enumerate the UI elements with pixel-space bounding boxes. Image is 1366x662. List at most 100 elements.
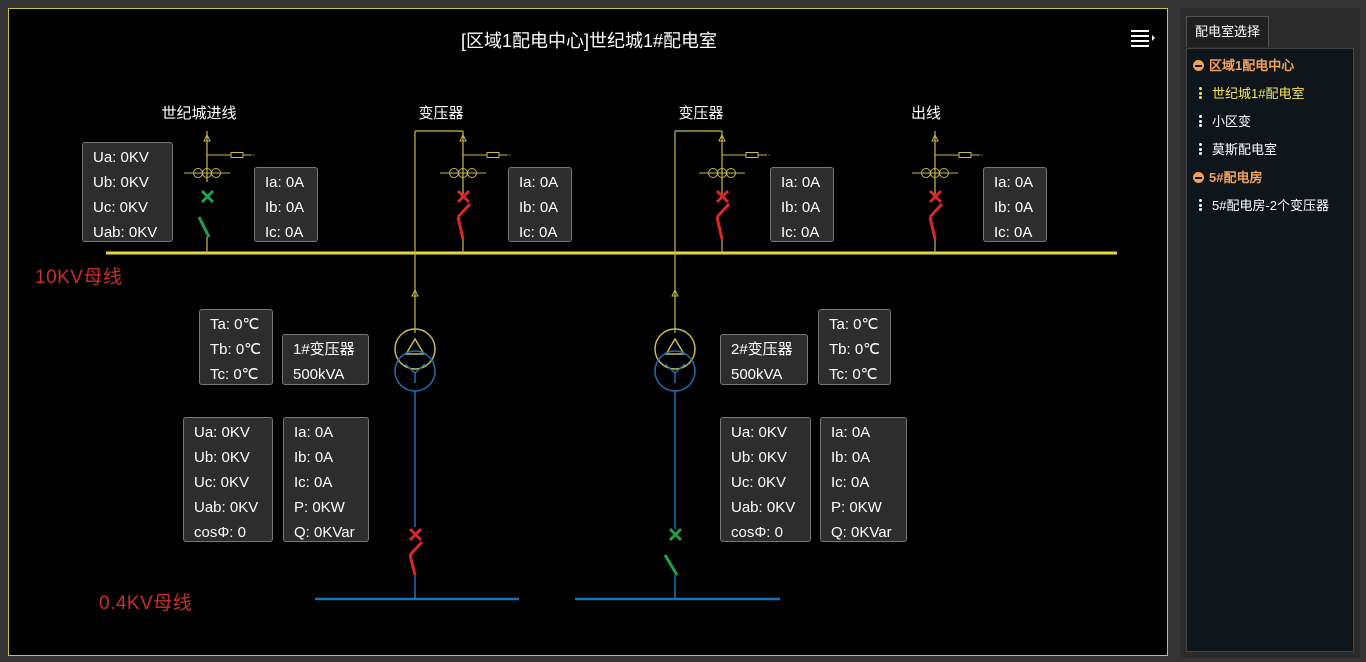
vertical-dots-icon bbox=[1199, 199, 1202, 211]
transformer-capacity: 500kVA bbox=[293, 366, 345, 383]
value-q: Q: 0KVar bbox=[294, 524, 355, 541]
transformer-1-low-voltage-box: Ua: 0KV Ub: 0KV Uc: 0KV Uab: 0KV cosΦ: 0 bbox=[183, 417, 273, 542]
minus-circle-icon[interactable] bbox=[1193, 172, 1204, 183]
value-ub: Ub: 0KV bbox=[93, 174, 149, 191]
transformer-1-low-breaker[interactable] bbox=[408, 527, 424, 576]
list-menu-icon[interactable] bbox=[1129, 27, 1157, 49]
feeder-transformer-1 bbox=[414, 130, 512, 253]
value-tb: Tb: 0℃ bbox=[210, 341, 262, 358]
tree-item-shijicheng-1[interactable]: 世纪城1#配电室 bbox=[1199, 83, 1304, 102]
feeder-label-transformer-1: 变压器 bbox=[418, 105, 464, 122]
transformer-1-current-box: Ia: 0A Ib: 0A Ic: 0A bbox=[508, 167, 572, 242]
outgoing-current-box: Ia: 0A Ib: 0A Ic: 0A bbox=[983, 167, 1047, 242]
tree-item-room-5-two-transformers[interactable]: 5#配电房-2个变压器 bbox=[1199, 195, 1329, 214]
value-uc: Uc: 0KV bbox=[93, 199, 149, 216]
value-uab: Uab: 0KV bbox=[93, 224, 158, 241]
value-ia: Ia: 0A bbox=[519, 174, 559, 191]
transformer-2-nameplate: 2#变压器 500kVA bbox=[720, 334, 808, 385]
tree-item-label: 世纪城1#配电室 bbox=[1212, 86, 1305, 101]
incoming-voltage-box: Ua: 0KV Ub: 0KV Uc: 0KV Uab: 0KV bbox=[82, 142, 173, 242]
transformer-2-high-breaker[interactable] bbox=[715, 189, 731, 240]
vertical-dots-icon bbox=[1199, 87, 1202, 99]
tree-item-label: 小区变 bbox=[1212, 114, 1252, 129]
value-ia: Ia: 0A bbox=[781, 174, 821, 191]
transformer-2-low-voltage-box: Ua: 0KV Ub: 0KV Uc: 0KV Uab: 0KV cosΦ: 0 bbox=[720, 417, 811, 542]
incoming-breaker[interactable] bbox=[197, 189, 215, 238]
transformer-2[interactable] bbox=[654, 253, 696, 529]
value-ub: Ub: 0KV bbox=[194, 449, 250, 466]
minus-circle-icon[interactable] bbox=[1193, 60, 1204, 71]
value-ic: Ic: 0A bbox=[265, 224, 304, 241]
incoming-current-box: Ia: 0A Ib: 0A Ic: 0A bbox=[254, 167, 318, 242]
value-ub: Ub: 0KV bbox=[731, 449, 787, 466]
feeder-label-transformer-2: 变压器 bbox=[678, 105, 724, 122]
value-ia: Ia: 0A bbox=[994, 174, 1034, 191]
vertical-dots-icon bbox=[1199, 115, 1202, 127]
vertical-dots-icon bbox=[1199, 143, 1202, 155]
bus-04kv-label: 0.4KV母线 bbox=[99, 593, 193, 614]
tree-group-label: 5#配电房 bbox=[1209, 170, 1263, 185]
value-ib: Ib: 0A bbox=[265, 199, 305, 216]
value-uab: Uab: 0KV bbox=[731, 499, 796, 516]
value-ic: Ic: 0A bbox=[831, 474, 870, 491]
value-ia: Ia: 0A bbox=[265, 174, 305, 191]
value-uab: Uab: 0KV bbox=[194, 499, 259, 516]
room-tree: 区域1配电中心 世纪城1#配电室 小区变 莫斯配电室 5#配电房 5#配电房-2… bbox=[1186, 48, 1354, 652]
feeder-outgoing bbox=[911, 131, 984, 253]
feeder-label-outgoing: 出线 bbox=[910, 105, 942, 122]
transformer-2-low-current-box: Ia: 0A Ib: 0A Ic: 0A P: 0KW Q: 0KVar bbox=[820, 417, 907, 542]
value-ta: Ta: 0℃ bbox=[829, 316, 879, 333]
value-ta: Ta: 0℃ bbox=[210, 316, 260, 333]
feeder-label-incoming: 世纪城进线 bbox=[161, 105, 237, 122]
value-ia: Ia: 0A bbox=[831, 424, 871, 441]
tree-group-region-1[interactable]: 区域1配电中心 bbox=[1193, 55, 1294, 74]
transformer-2-temp-box: Ta: 0℃ Tb: 0℃ Tc: 0℃ bbox=[818, 309, 891, 385]
value-cos: cosΦ: 0 bbox=[731, 524, 783, 541]
value-ua: Ua: 0KV bbox=[93, 149, 149, 166]
outgoing-breaker[interactable] bbox=[928, 189, 944, 240]
single-line-diagram: [区域1配电中心]世纪城1#配电室 世纪城进线 变压器 变压器 出线 10KV母… bbox=[8, 8, 1168, 656]
transformer-1-temp-box: Ta: 0℃ Tb: 0℃ Tc: 0℃ bbox=[199, 309, 273, 385]
value-q: Q: 0KVar bbox=[831, 524, 892, 541]
value-p: P: 0KW bbox=[294, 499, 345, 516]
transformer-1-nameplate: 1#变压器 500kVA bbox=[282, 334, 369, 385]
value-cos: cosΦ: 0 bbox=[194, 524, 246, 541]
value-ua: Ua: 0KV bbox=[194, 424, 250, 441]
value-tc: Tc: 0℃ bbox=[210, 366, 259, 383]
value-ib: Ib: 0A bbox=[519, 199, 559, 216]
value-uc: Uc: 0KV bbox=[194, 474, 250, 491]
transformer-capacity: 500kVA bbox=[731, 366, 783, 383]
tab-room-select[interactable]: 配电室选择 bbox=[1186, 16, 1270, 47]
feeder-transformer-2 bbox=[674, 130, 771, 253]
tree-group-label: 区域1配电中心 bbox=[1209, 58, 1295, 73]
transformer-name: 2#变压器 bbox=[731, 341, 793, 358]
transformer-1-low-current-box: Ia: 0A Ib: 0A Ic: 0A P: 0KW Q: 0KVar bbox=[283, 417, 369, 542]
value-ib: Ib: 0A bbox=[781, 199, 821, 216]
value-ic: Ic: 0A bbox=[994, 224, 1033, 241]
transformer-1[interactable] bbox=[394, 253, 436, 527]
value-ib: Ib: 0A bbox=[994, 199, 1034, 216]
value-ia: Ia: 0A bbox=[294, 424, 334, 441]
value-p: P: 0KW bbox=[831, 499, 882, 516]
value-tb: Tb: 0℃ bbox=[829, 341, 881, 358]
tree-group-room-5[interactable]: 5#配电房 bbox=[1193, 167, 1262, 186]
transformer-2-low-breaker[interactable] bbox=[663, 527, 683, 576]
bus-10kv-label: 10KV母线 bbox=[35, 267, 123, 288]
transformer-2-current-box: Ia: 0A Ib: 0A Ic: 0A bbox=[770, 167, 834, 242]
value-uc: Uc: 0KV bbox=[731, 474, 787, 491]
value-ic: Ic: 0A bbox=[294, 474, 333, 491]
page-title: [区域1配电中心]世纪城1#配电室 bbox=[460, 31, 718, 51]
value-ib: Ib: 0A bbox=[831, 449, 871, 466]
feeder-incoming bbox=[183, 131, 256, 253]
room-selector-sidebar: 配电室选择 区域1配电中心 世纪城1#配电室 小区变 莫斯配电室 5#配电房 5… bbox=[1180, 8, 1360, 658]
value-ib: Ib: 0A bbox=[294, 449, 334, 466]
transformer-1-high-breaker[interactable] bbox=[456, 189, 472, 240]
value-ic: Ic: 0A bbox=[781, 224, 820, 241]
value-tc: Tc: 0℃ bbox=[829, 366, 878, 383]
tree-item-xiaoqubian[interactable]: 小区变 bbox=[1199, 111, 1251, 130]
transformer-name: 1#变压器 bbox=[293, 341, 355, 358]
value-ua: Ua: 0KV bbox=[731, 424, 787, 441]
value-ic: Ic: 0A bbox=[519, 224, 558, 241]
tree-item-mosi[interactable]: 莫斯配电室 bbox=[1199, 139, 1277, 158]
tree-item-label: 莫斯配电室 bbox=[1212, 142, 1278, 157]
